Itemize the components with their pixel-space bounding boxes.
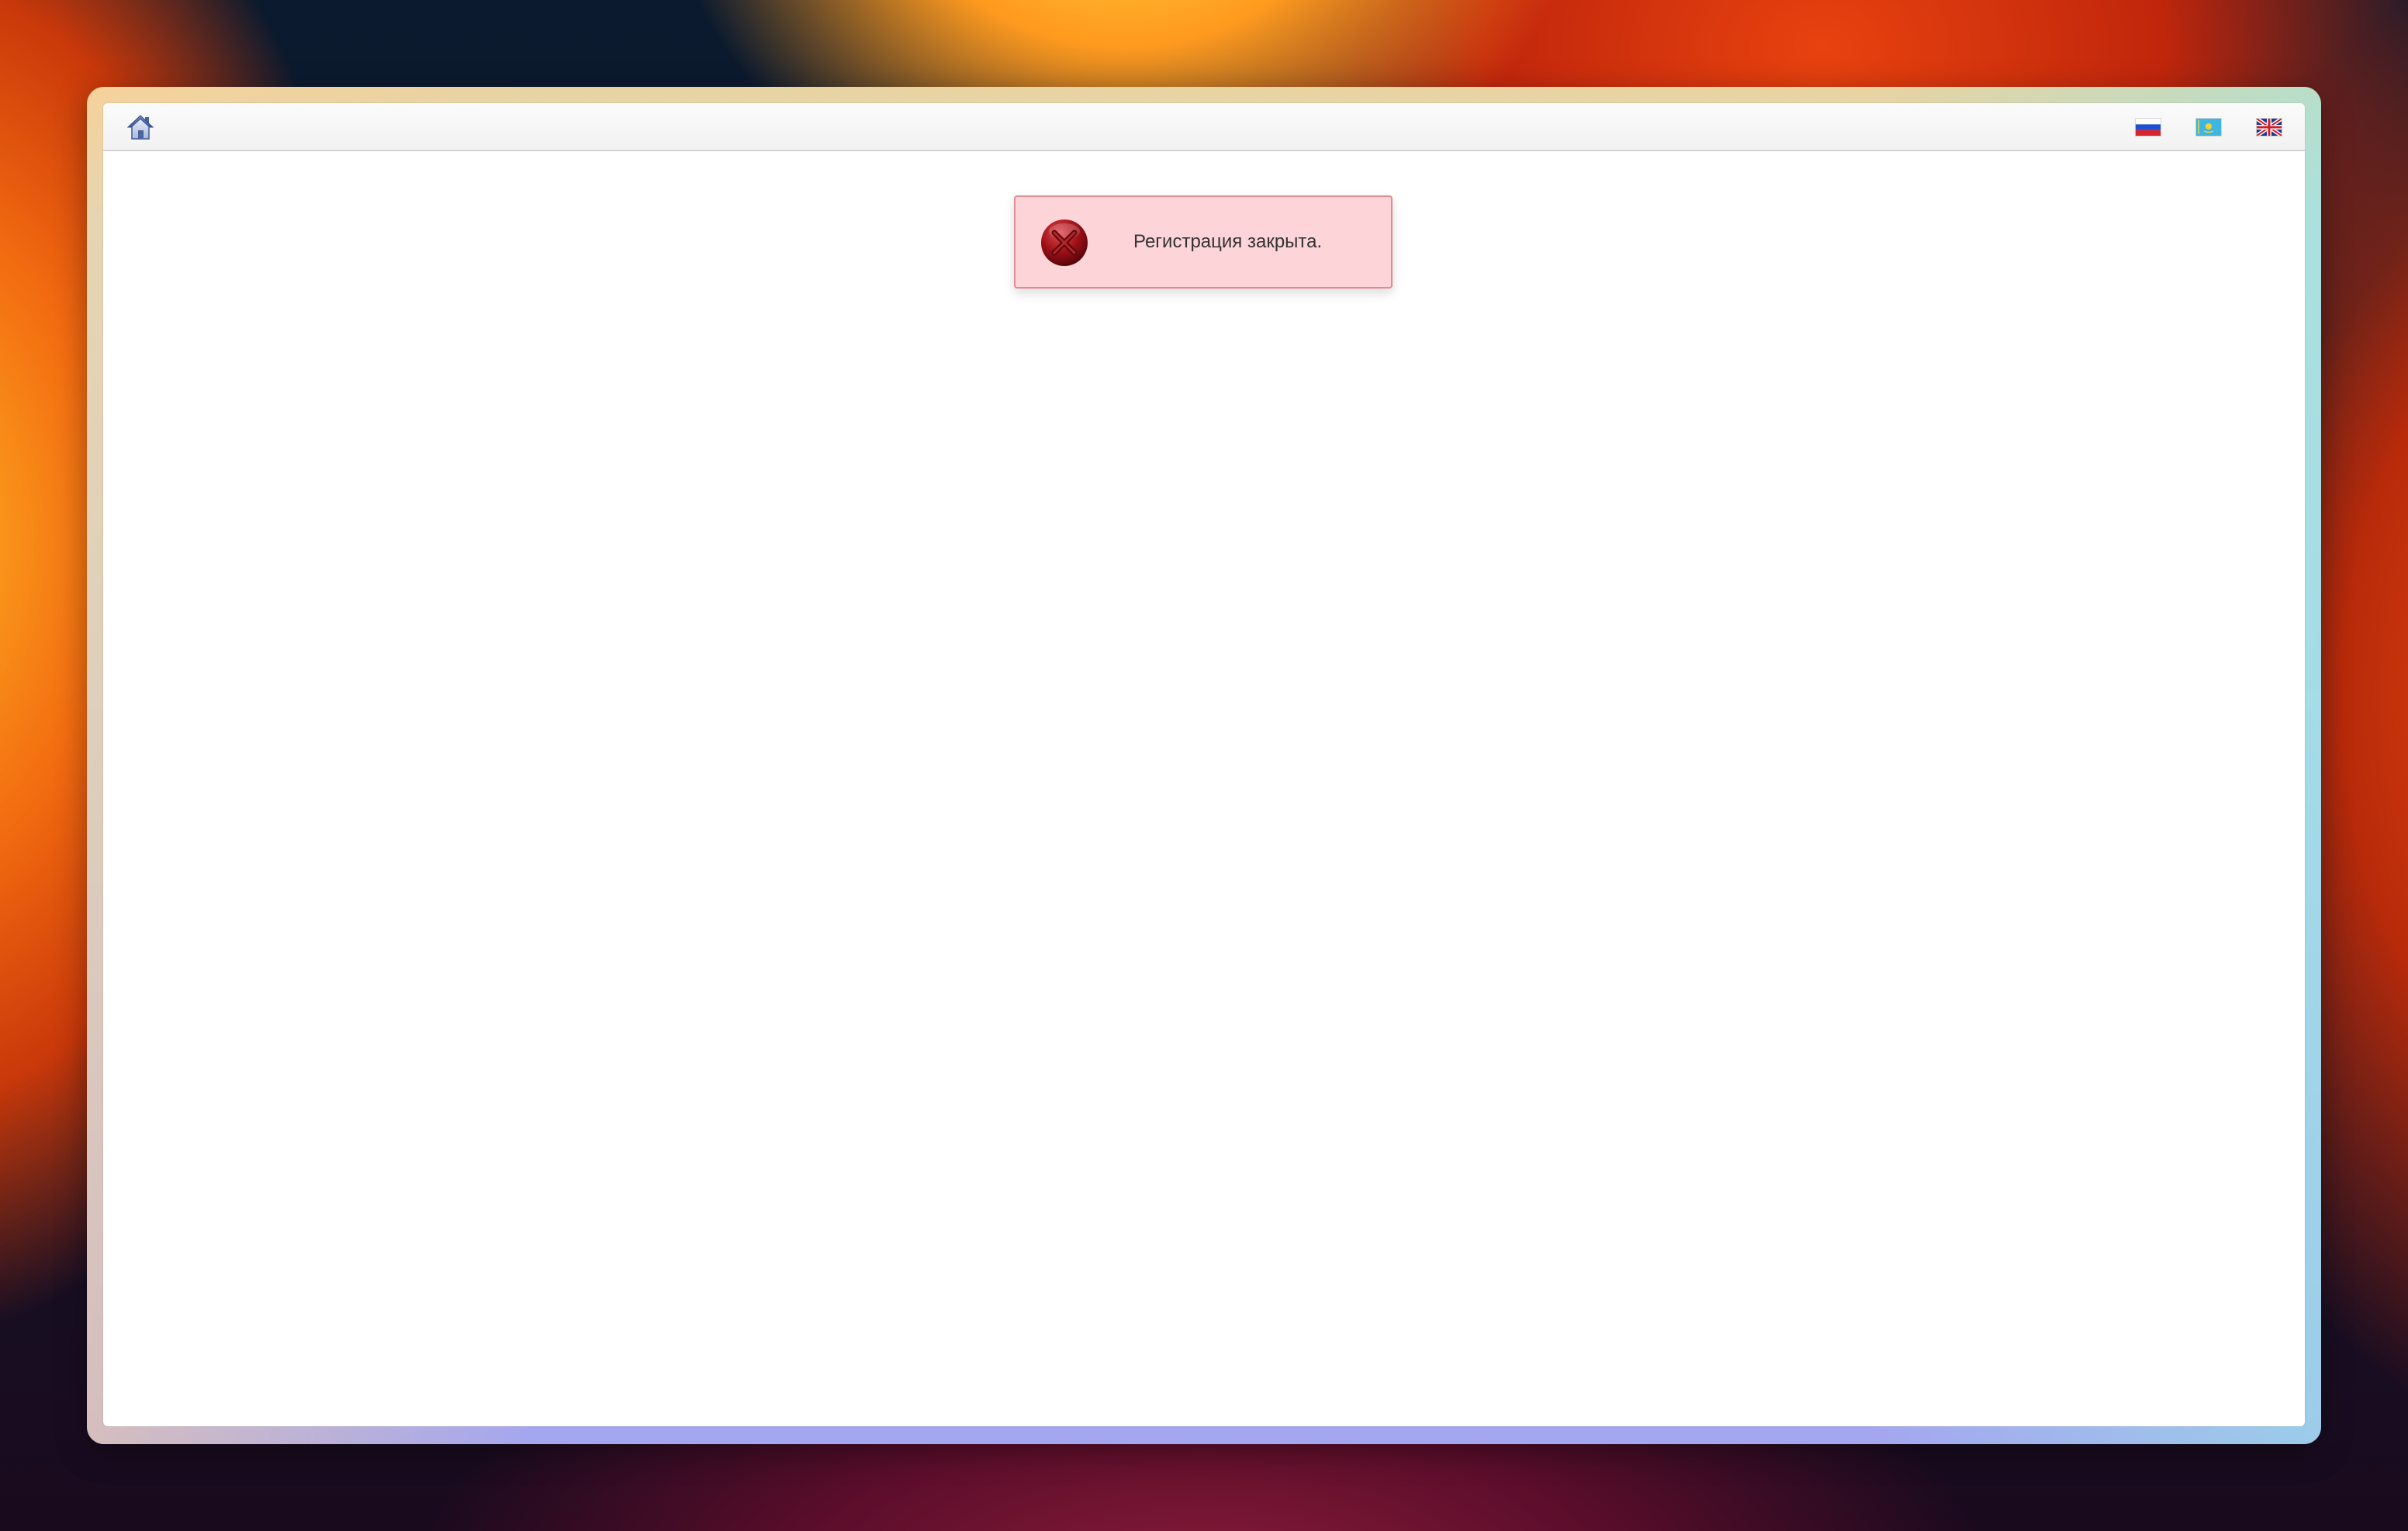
flag-kazakhstan-icon[interactable]: [2196, 119, 2221, 136]
flag-russia-icon[interactable]: [2136, 119, 2161, 136]
top-toolbar: [103, 103, 2305, 151]
page-content: Регистрация закрыта.: [103, 103, 2305, 1426]
error-notification: Регистрация закрыта.: [1014, 195, 1393, 289]
language-switcher: [2136, 116, 2283, 138]
home-icon[interactable]: [126, 114, 154, 140]
flag-uk-icon[interactable]: [2255, 116, 2283, 138]
error-icon: [1040, 219, 1088, 267]
error-message: Регистрация закрыта.: [1133, 231, 1323, 252]
